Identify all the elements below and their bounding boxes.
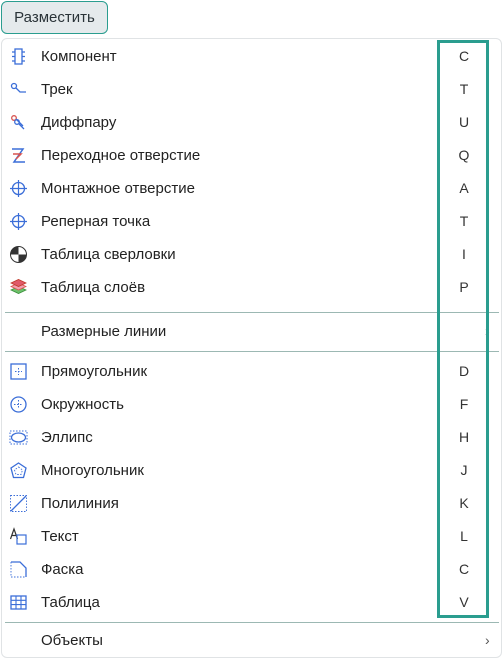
place-dropdown-menu: Компонент C Трек T Диффпару U Переходное…	[1, 38, 502, 658]
table-icon	[10, 595, 27, 610]
menu-item-label: Таблица слоёв	[41, 279, 146, 296]
place-menu-button[interactable]: Разместить	[1, 1, 108, 34]
menu-item-polyline[interactable]: Полилиния K	[2, 487, 501, 520]
menu-item-label: Эллипс	[41, 429, 93, 446]
component-icon	[12, 48, 25, 65]
menu-item-drill-table[interactable]: Таблица сверловки I	[2, 238, 501, 271]
menu-item-label: Трек	[41, 81, 73, 98]
menu-item-label: Окружность	[41, 396, 124, 413]
menu-separator	[5, 312, 499, 313]
menu-item-label: Полилиния	[41, 495, 119, 512]
polygon-icon	[10, 462, 27, 479]
track-icon	[10, 82, 26, 93]
menu-item-fiducial[interactable]: Реперная точка T	[2, 205, 501, 238]
menu-item-diff-pair[interactable]: Диффпару U	[2, 106, 501, 139]
diff-pair-icon	[11, 115, 25, 130]
menu-item-label: Таблица сверловки	[41, 246, 176, 263]
menu-item-label: Размерные линии	[41, 323, 167, 340]
menu-item-table[interactable]: Таблица V	[2, 586, 501, 619]
menu-item-label: Многоугольник	[41, 462, 144, 479]
shortcut-column-highlight	[437, 40, 489, 618]
menu-item-label: Компонент	[41, 48, 117, 65]
rectangle-icon	[10, 363, 27, 380]
mounting-hole-icon	[10, 180, 27, 197]
menu-item-text[interactable]: Текст L	[2, 520, 501, 553]
menu-item-label: Переходное отверстие	[41, 147, 201, 164]
polyline-icon	[10, 495, 27, 512]
menu-item-label: Реперная точка	[41, 213, 151, 230]
menu-item-chamfer[interactable]: Фаска C	[2, 553, 501, 586]
menu-item-ellipse[interactable]: Эллипс H	[2, 421, 501, 454]
menu-item-circle[interactable]: Окружность F	[2, 388, 501, 421]
menu-item-rectangle[interactable]: Прямоугольник D	[2, 355, 501, 388]
menu-item-label: Фаска	[41, 561, 84, 578]
menu-item-layer-stack-table[interactable]: Таблица слоёв P	[2, 271, 501, 304]
menu-item-track[interactable]: Трек T	[2, 73, 501, 106]
ellipse-icon	[9, 430, 28, 445]
layer-stack-icon	[10, 279, 27, 294]
drill-table-icon	[10, 246, 27, 263]
fiducial-icon	[10, 213, 27, 230]
menu-item-mounting-hole[interactable]: Монтажное отверстие A	[2, 172, 501, 205]
menu-item-label: Монтажное отверстие	[41, 180, 195, 197]
menu-item-via[interactable]: Переходное отверстие Q	[2, 139, 501, 172]
menu-item-label: Диффпару	[41, 114, 117, 131]
via-icon	[12, 148, 25, 163]
text-icon	[9, 527, 27, 545]
menu-separator	[5, 351, 499, 352]
menu-item-label: Текст	[41, 528, 79, 545]
menu-item-label: Таблица	[41, 594, 100, 611]
circle-icon	[10, 396, 27, 413]
chamfer-icon	[10, 561, 27, 578]
menu-item-dimension-lines[interactable]: Размерные линии ›	[2, 315, 501, 348]
menu-item-component[interactable]: Компонент C	[2, 40, 501, 73]
menu-item-polygon[interactable]: Многоугольник J	[2, 454, 501, 487]
menu-item-label: Прямоугольник	[41, 363, 148, 380]
chevron-right-icon: ›	[485, 632, 490, 648]
menu-item-label: Объекты	[41, 632, 103, 649]
menu-item-objects[interactable]: Объекты ›	[2, 624, 501, 657]
menu-separator	[5, 622, 499, 623]
